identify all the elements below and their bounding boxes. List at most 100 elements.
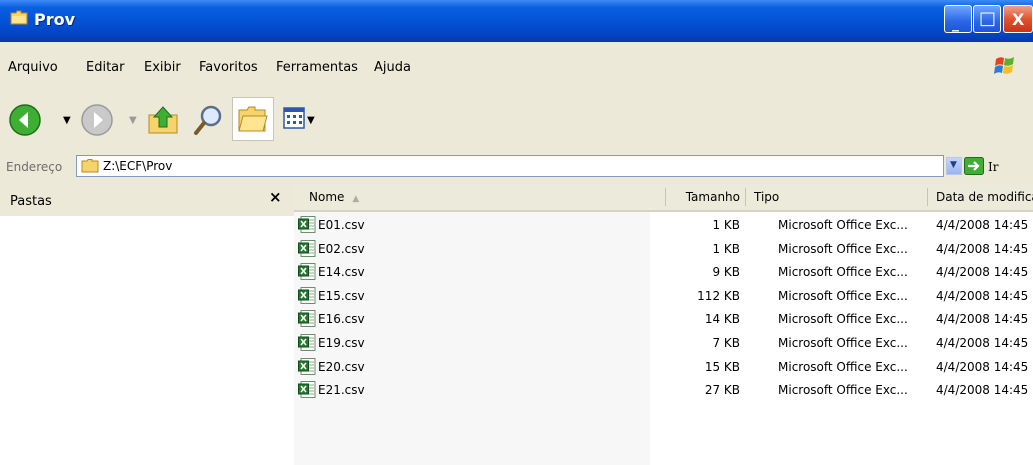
views-button[interactable]: ▼ — [282, 103, 318, 137]
excel-file-icon — [298, 381, 316, 399]
file-date: 4/4/2008 14:45 — [936, 359, 1029, 374]
file-row[interactable]: E21.csv 27 KB Microsoft Office Exc... 4/4/2… — [294, 379, 1033, 403]
maximize-icon: □ — [979, 8, 997, 29]
file-type: Microsoft Office Exc... — [778, 241, 908, 256]
column-header-name-label: Nome — [309, 190, 345, 204]
file-size: 15 KB — [704, 359, 740, 374]
menu-exibir[interactable]: Exibir — [144, 60, 181, 75]
file-size: 27 KB — [704, 383, 740, 398]
file-name: E15.csv — [318, 288, 365, 303]
file-name: E20.csv — [318, 359, 365, 374]
file-date: 4/4/2008 14:45 — [936, 288, 1029, 303]
file-name: E21.csv — [318, 383, 365, 398]
views-icon — [283, 107, 305, 129]
folders-button[interactable] — [232, 97, 274, 141]
excel-file-icon — [298, 239, 316, 257]
window-title: Prov — [34, 10, 76, 29]
chevron-down-icon: ▼ — [950, 160, 957, 170]
up-folder-icon[interactable] — [146, 103, 180, 137]
close-folders-pane-icon[interactable]: × — [269, 188, 282, 206]
forward-icon[interactable] — [80, 103, 114, 137]
file-date: 4/4/2008 14:45 — [936, 335, 1029, 350]
file-name: E02.csv — [318, 241, 365, 256]
menu-ferramentas[interactable]: Ferramentas — [276, 60, 358, 75]
folders-pane: Pastas × — [0, 184, 294, 465]
search-icon[interactable] — [192, 103, 226, 137]
excel-file-icon — [298, 333, 316, 351]
folders-icon — [238, 106, 268, 132]
back-icon[interactable] — [8, 103, 42, 137]
menu-bar: Arquivo Editar Exibir Favoritos Ferramen… — [0, 42, 1033, 90]
address-label: Endereço — [6, 160, 63, 174]
column-header-type[interactable]: Tipo — [746, 184, 928, 210]
forward-dropdown-icon[interactable]: ▼ — [129, 115, 137, 126]
maximize-button[interactable]: □ — [973, 5, 1001, 33]
file-row[interactable]: E02.csv 1 KB Microsoft Office Exc... 4/4/20… — [294, 238, 1033, 262]
address-input[interactable]: Z:\ECF\Prov — [76, 155, 944, 177]
close-icon: X — [1012, 10, 1025, 29]
file-row[interactable]: E19.csv 7 KB Microsoft Office Exc... 4/4/20… — [294, 332, 1033, 356]
file-row[interactable]: E14.csv 9 KB Microsoft Office Exc... 4/4/20… — [294, 261, 1033, 285]
file-type: Microsoft Office Exc... — [778, 288, 908, 303]
file-date: 4/4/2008 14:45 — [936, 312, 1029, 327]
file-row[interactable]: E20.csv 15 KB Microsoft Office Exc... 4/4/2… — [294, 356, 1033, 380]
file-name: E14.csv — [318, 265, 365, 280]
column-header-name[interactable]: Nome ▲ — [294, 184, 666, 210]
file-date: 4/4/2008 14:45 — [936, 218, 1029, 232]
go-button-label[interactable]: Ir — [988, 160, 998, 174]
excel-file-icon — [298, 310, 316, 328]
column-header-size[interactable]: Tamanho — [666, 184, 746, 210]
file-row[interactable]: E01.csv 1 KB Microsoft Office Exc... 4/4/20… — [294, 214, 1033, 238]
file-size: 112 KB — [697, 288, 740, 303]
column-header-type-label: Tipo — [754, 190, 780, 204]
file-date: 4/4/2008 14:45 — [936, 265, 1029, 280]
file-type: Microsoft Office Exc... — [778, 218, 908, 232]
folders-pane-title: Pastas — [10, 194, 52, 209]
file-size: 1 KB — [712, 218, 740, 232]
column-header-size-label: Tamanho — [685, 190, 740, 204]
toolbar: ▼ ▼ ▼ — [0, 89, 1033, 152]
excel-file-icon — [298, 216, 316, 233]
address-bar: Endereço Z:\ECF\Prov ▼ Ir — [0, 151, 1033, 185]
menu-favoritos[interactable]: Favoritos — [199, 60, 258, 75]
go-arrow-icon[interactable] — [964, 157, 984, 175]
file-row[interactable]: E15.csv 112 KB Microsoft Office Exc... 4/4/… — [294, 285, 1033, 309]
file-type: Microsoft Office Exc... — [778, 383, 908, 398]
sort-ascending-icon: ▲ — [352, 194, 360, 204]
file-size: 7 KB — [712, 335, 740, 350]
column-header-date[interactable]: Data de modificação — [928, 184, 1033, 210]
file-type: Microsoft Office Exc... — [778, 265, 908, 280]
file-name: E19.csv — [318, 335, 365, 350]
excel-file-icon — [298, 263, 316, 281]
menu-arquivo[interactable]: Arquivo — [8, 60, 58, 75]
excel-file-icon — [298, 286, 316, 304]
views-dropdown-icon: ▼ — [307, 115, 315, 126]
file-type: Microsoft Office Exc... — [778, 335, 908, 350]
file-size: 1 KB — [712, 241, 740, 256]
close-button[interactable]: X — [1003, 5, 1033, 33]
list-header: Nome ▲ Tamanho Tipo Data de modificação — [294, 184, 1033, 212]
minimize-button[interactable]: _ — [944, 5, 972, 33]
file-name: E16.csv — [318, 312, 365, 327]
file-list: E01.csv 1 KB Microsoft Office Exc... 4/4/20… — [294, 214, 1033, 403]
address-path: Z:\ECF\Prov — [103, 159, 173, 173]
file-name: E01.csv — [318, 218, 365, 232]
file-size: 14 KB — [704, 312, 740, 327]
file-date: 4/4/2008 14:45 — [936, 383, 1029, 398]
minimize-icon: _ — [952, 16, 959, 32]
menu-editar[interactable]: Editar — [86, 60, 125, 75]
file-type: Microsoft Office Exc... — [778, 359, 908, 374]
file-type: Microsoft Office Exc... — [778, 312, 908, 327]
address-dropdown-button[interactable]: ▼ — [946, 157, 962, 175]
title-bar[interactable]: Prov _ □ X — [0, 0, 1033, 42]
file-date: 4/4/2008 14:45 — [936, 241, 1029, 256]
back-dropdown-icon[interactable]: ▼ — [63, 115, 71, 126]
folder-icon — [81, 159, 99, 173]
file-row[interactable]: E16.csv 14 KB Microsoft Office Exc... 4/4/2… — [294, 308, 1033, 332]
windows-logo-icon — [994, 57, 1014, 74]
excel-file-icon — [298, 357, 316, 375]
menu-ajuda[interactable]: Ajuda — [374, 60, 411, 75]
folder-icon — [10, 10, 28, 25]
file-size: 9 KB — [712, 265, 740, 280]
folders-pane-header: Pastas × — [0, 184, 294, 216]
